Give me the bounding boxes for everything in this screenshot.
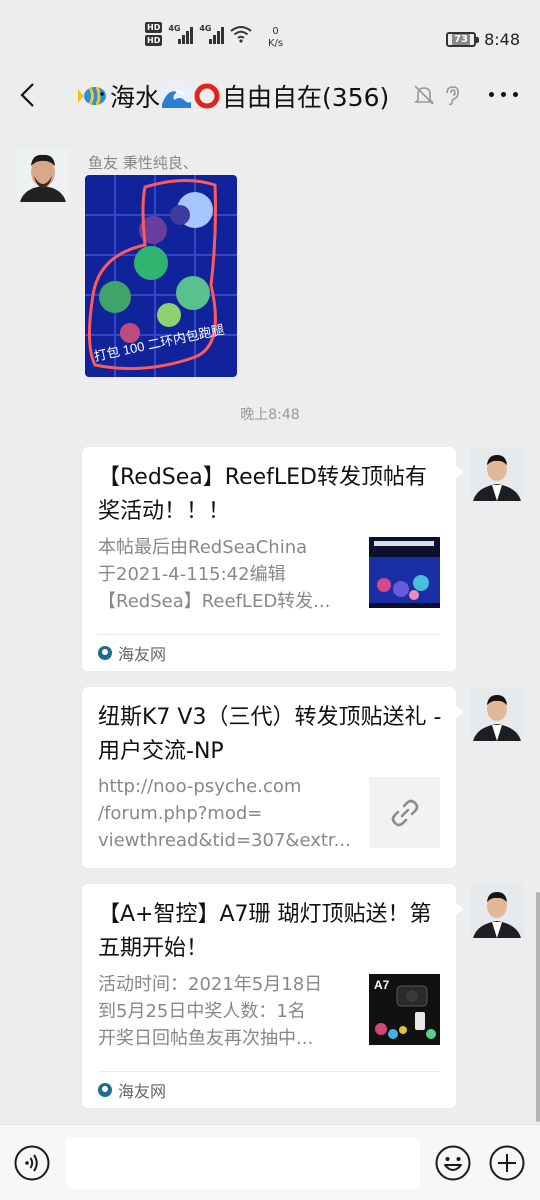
message-timestamp: 晚上8:48 bbox=[240, 407, 300, 423]
link-card-source: 海友网 bbox=[98, 1071, 440, 1107]
my-avatar[interactable] bbox=[470, 884, 524, 938]
a7-product-thumbnail: A7 bbox=[369, 974, 440, 1045]
signal-label: 4G bbox=[168, 24, 181, 33]
signal-icon: 4G bbox=[199, 24, 225, 44]
source-name: 海友网 bbox=[118, 644, 167, 664]
source-logo-icon bbox=[98, 645, 112, 660]
battery-icon: 73 bbox=[446, 32, 480, 47]
hd-badge: HD bbox=[145, 35, 163, 46]
link-card-desc-line: 【RedSea】ReefLED转发... bbox=[98, 591, 331, 612]
source-logo-icon bbox=[98, 1082, 112, 1097]
link-icon bbox=[369, 777, 440, 848]
link-card-desc-line: 于2021-4-115:42编辑 bbox=[98, 564, 286, 585]
network-speed: 0 K/s bbox=[268, 26, 283, 50]
voice-input-icon[interactable] bbox=[14, 1145, 50, 1181]
hd-badges: HD HD bbox=[145, 22, 163, 46]
signal-label: 4G bbox=[199, 24, 212, 33]
link-card-source: 海友网 bbox=[98, 634, 440, 670]
plus-icon[interactable] bbox=[489, 1145, 525, 1181]
link-card[interactable]: 【A+智控】A7珊 瑚灯顶贴送！第五期开始！ 活动时间：2021年5月18日 到… bbox=[82, 884, 464, 1108]
hd-badge: HD bbox=[145, 22, 163, 33]
message-input[interactable] bbox=[66, 1137, 420, 1189]
link-card-desc-line: viewthread&tid=307&extr... bbox=[98, 830, 351, 851]
network-speed-value: 0 bbox=[272, 26, 279, 37]
my-avatar[interactable] bbox=[470, 447, 524, 501]
group-title-text: 海水 bbox=[110, 83, 161, 112]
back-arrow-icon[interactable] bbox=[14, 80, 44, 110]
link-card-desc-line: 活动时间：2021年5月18日 bbox=[98, 974, 323, 995]
my-avatar[interactable] bbox=[470, 687, 524, 741]
emoji-icon[interactable] bbox=[435, 1145, 471, 1181]
link-card-description: 本帖最后由RedSeaChina 于2021-4-115:42编辑 【RedSe… bbox=[98, 534, 356, 615]
link-card-title: 纽斯K7 V3（三代）转发顶贴送礼 - 用户交流-NP bbox=[98, 705, 442, 764]
link-card-desc-line: http://noo-psyche.com bbox=[98, 776, 302, 797]
source-name: 海友网 bbox=[118, 1081, 167, 1101]
link-card-desc-line: 本帖最后由RedSeaChina bbox=[98, 537, 308, 558]
chat-header: 海水 自由自在(356) bbox=[0, 70, 540, 122]
link-card-desc-line: 到5月25日中奖人数：1名 bbox=[98, 1001, 306, 1022]
scrollbar[interactable] bbox=[536, 892, 540, 1122]
mute-bell-icon bbox=[414, 85, 434, 105]
status-bar: HD HD 4G 4G 0 K/s 73 8:48 bbox=[0, 0, 540, 70]
link-card[interactable]: 【RedSea】ReefLED转发顶帖有奖活动！！！ 本帖最后由RedSeaCh… bbox=[82, 447, 464, 671]
network-speed-unit: K/s bbox=[268, 38, 284, 49]
link-card[interactable]: 纽斯K7 V3（三代）转发顶贴送礼 - 用户交流-NP http://noo-p… bbox=[82, 687, 464, 868]
clock: 8:48 bbox=[484, 30, 520, 49]
message-photo[interactable]: 打包 100 二环内包跑腿 bbox=[85, 175, 237, 377]
link-card-description: http://noo-psyche.com /forum.php?mod= vi… bbox=[98, 773, 356, 854]
wifi-icon bbox=[230, 26, 252, 43]
battery-level: 73 bbox=[452, 34, 471, 45]
signal-icon: 4G bbox=[168, 24, 194, 44]
earpiece-mode-icon bbox=[446, 86, 459, 106]
group-title: 海水 自由自在(356) bbox=[78, 78, 389, 114]
signal-group: HD HD 4G 4G bbox=[145, 22, 252, 46]
sender-name: 鱼友 秉性纯良、 bbox=[88, 154, 198, 172]
link-card-title: 【A+智控】A7珊 瑚灯顶贴送！第五期开始！ bbox=[98, 902, 432, 961]
thumb-label: A7 bbox=[374, 978, 390, 992]
more-options-icon[interactable] bbox=[489, 92, 518, 97]
sender-avatar[interactable] bbox=[16, 148, 70, 202]
reef-tank-thumbnail bbox=[369, 537, 440, 608]
tropical-fish-icon bbox=[78, 86, 106, 106]
link-card-title: 【RedSea】ReefLED转发顶帖有奖活动！！！ bbox=[98, 465, 427, 524]
link-card-description: 活动时间：2021年5月18日 到5月25日中奖人数：1名 开奖日回帖鱼友再次抽… bbox=[98, 971, 356, 1052]
wave-icon bbox=[161, 84, 192, 108]
link-card-desc-line: /forum.php?mod= bbox=[98, 803, 263, 824]
hollow-red-circle-icon bbox=[194, 83, 220, 109]
input-bar bbox=[0, 1124, 540, 1200]
link-card-desc-line: 开奖日回帖鱼友再次抽中... bbox=[98, 1028, 314, 1049]
group-title-text: 自由自在(356) bbox=[222, 83, 390, 112]
